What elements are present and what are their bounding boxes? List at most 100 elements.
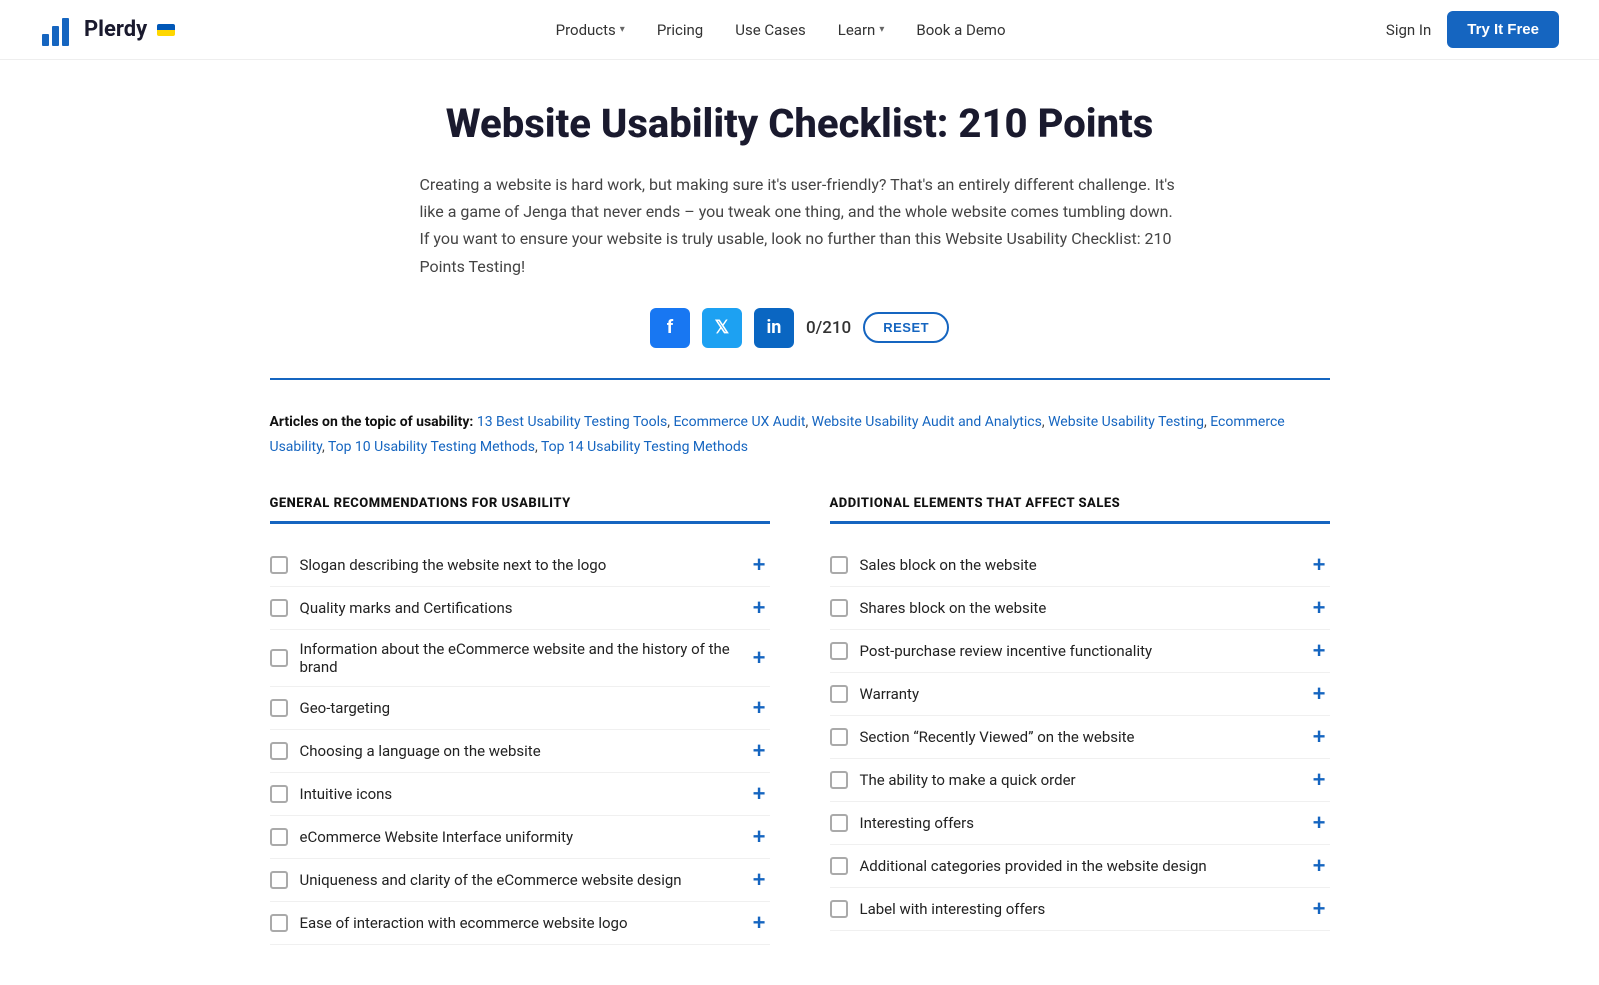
main-content: Website Usability Checklist: 210 Points … bbox=[250, 60, 1350, 985]
item-label-r3: Post-purchase review incentive functiona… bbox=[860, 642, 1153, 660]
expand-button-7[interactable]: + bbox=[749, 826, 770, 848]
checkbox-r7[interactable] bbox=[830, 814, 848, 832]
item-label-5: Choosing a language on the website bbox=[300, 742, 541, 760]
expand-button-6[interactable]: + bbox=[749, 783, 770, 805]
article-link-2[interactable]: Ecommerce UX Audit bbox=[673, 414, 805, 430]
expand-button-5[interactable]: + bbox=[749, 740, 770, 762]
expand-button-r7[interactable]: + bbox=[1309, 812, 1330, 834]
expand-button-r9[interactable]: + bbox=[1309, 898, 1330, 920]
articles-prefix: Articles on the topic of usability: bbox=[270, 414, 474, 430]
item-label-r9: Label with interesting offers bbox=[860, 900, 1046, 918]
right-col-title: ADDITIONAL ELEMENTS THAT AFFECT SALES bbox=[830, 496, 1330, 524]
expand-button-r4[interactable]: + bbox=[1309, 683, 1330, 705]
list-item: Information about the eCommerce website … bbox=[270, 630, 770, 687]
logo-icon bbox=[40, 12, 76, 48]
chevron-down-icon: ▾ bbox=[879, 24, 884, 35]
article-link-3[interactable]: Website Usability Audit and Analytics bbox=[812, 414, 1042, 430]
checkbox-r6[interactable] bbox=[830, 771, 848, 789]
nav-learn[interactable]: Learn ▾ bbox=[838, 21, 885, 39]
checkbox-r1[interactable] bbox=[830, 556, 848, 574]
header-actions: Sign In Try It Free bbox=[1386, 11, 1559, 48]
nav-pricing[interactable]: Pricing bbox=[657, 21, 703, 39]
twitter-icon: 𝕏 bbox=[715, 317, 730, 338]
list-item: Geo-targeting + bbox=[270, 687, 770, 730]
article-link-1[interactable]: 13 Best Usability Testing Tools bbox=[477, 414, 667, 430]
left-column: GENERAL RECOMMENDATIONS FOR USABILITY Sl… bbox=[270, 496, 770, 945]
item-label-7: eCommerce Website Interface uniformity bbox=[300, 828, 574, 846]
hero-section: Website Usability Checklist: 210 Points … bbox=[270, 100, 1330, 348]
list-item: Quality marks and Certifications + bbox=[270, 587, 770, 630]
expand-button-3[interactable]: + bbox=[749, 647, 770, 669]
checkbox-7[interactable] bbox=[270, 828, 288, 846]
expand-button-r2[interactable]: + bbox=[1309, 597, 1330, 619]
hero-description: Creating a website is hard work, but mak… bbox=[420, 171, 1180, 280]
item-label-r1: Sales block on the website bbox=[860, 556, 1037, 574]
item-label-3: Information about the eCommerce website … bbox=[300, 640, 749, 676]
checkbox-r9[interactable] bbox=[830, 900, 848, 918]
sign-in-link[interactable]: Sign In bbox=[1386, 21, 1431, 39]
list-item: Choosing a language on the website + bbox=[270, 730, 770, 773]
twitter-share-button[interactable]: 𝕏 bbox=[702, 308, 742, 348]
expand-button-1[interactable]: + bbox=[749, 554, 770, 576]
checklist-counter: 0/210 bbox=[806, 318, 851, 338]
reset-button[interactable]: RESET bbox=[863, 312, 949, 343]
page-title: Website Usability Checklist: 210 Points bbox=[270, 100, 1330, 147]
expand-button-r8[interactable]: + bbox=[1309, 855, 1330, 877]
list-item: Ease of interaction with ecommerce websi… bbox=[270, 902, 770, 945]
list-item: Post-purchase review incentive functiona… bbox=[830, 630, 1330, 673]
item-label-2: Quality marks and Certifications bbox=[300, 599, 513, 617]
checkbox-r2[interactable] bbox=[830, 599, 848, 617]
item-label-6: Intuitive icons bbox=[300, 785, 393, 803]
checkbox-r3[interactable] bbox=[830, 642, 848, 660]
nav-use-cases[interactable]: Use Cases bbox=[735, 21, 806, 39]
checkbox-2[interactable] bbox=[270, 599, 288, 617]
item-label-r4: Warranty bbox=[860, 685, 920, 703]
expand-button-2[interactable]: + bbox=[749, 597, 770, 619]
checkbox-5[interactable] bbox=[270, 742, 288, 760]
checkbox-3[interactable] bbox=[270, 649, 288, 667]
list-item: Sales block on the website + bbox=[830, 544, 1330, 587]
facebook-share-button[interactable]: f bbox=[650, 308, 690, 348]
expand-button-9[interactable]: + bbox=[749, 912, 770, 934]
nav-book-demo[interactable]: Book a Demo bbox=[916, 21, 1005, 39]
logo[interactable]: Plerdy bbox=[40, 12, 175, 48]
item-label-4: Geo-targeting bbox=[300, 699, 391, 717]
social-row: f 𝕏 in 0/210 RESET bbox=[270, 308, 1330, 348]
list-item: Shares block on the website + bbox=[830, 587, 1330, 630]
expand-button-r3[interactable]: + bbox=[1309, 640, 1330, 662]
checkbox-9[interactable] bbox=[270, 914, 288, 932]
list-item: Slogan describing the website next to th… bbox=[270, 544, 770, 587]
list-item: Warranty + bbox=[830, 673, 1330, 716]
try-free-button[interactable]: Try It Free bbox=[1447, 11, 1559, 48]
list-item: Uniqueness and clarity of the eCommerce … bbox=[270, 859, 770, 902]
item-label-9: Ease of interaction with ecommerce websi… bbox=[300, 914, 628, 932]
expand-button-8[interactable]: + bbox=[749, 869, 770, 891]
ukraine-flag bbox=[157, 24, 175, 36]
checkbox-4[interactable] bbox=[270, 699, 288, 717]
item-label-r2: Shares block on the website bbox=[860, 599, 1047, 617]
list-item: Additional categories provided in the we… bbox=[830, 845, 1330, 888]
right-column: ADDITIONAL ELEMENTS THAT AFFECT SALES Sa… bbox=[830, 496, 1330, 945]
linkedin-share-button[interactable]: in bbox=[754, 308, 794, 348]
facebook-icon: f bbox=[667, 317, 673, 338]
expand-button-r5[interactable]: + bbox=[1309, 726, 1330, 748]
checkbox-r4[interactable] bbox=[830, 685, 848, 703]
item-label-r6: The ability to make a quick order bbox=[860, 771, 1076, 789]
article-link-7[interactable]: Top 14 Usability Testing Methods bbox=[541, 439, 748, 455]
nav-products[interactable]: Products ▾ bbox=[556, 21, 625, 39]
article-link-4[interactable]: Website Usability Testing bbox=[1048, 414, 1204, 430]
checkbox-r5[interactable] bbox=[830, 728, 848, 746]
logo-text: Plerdy bbox=[84, 17, 147, 42]
checkbox-1[interactable] bbox=[270, 556, 288, 574]
checkbox-8[interactable] bbox=[270, 871, 288, 889]
list-item: Interesting offers + bbox=[830, 802, 1330, 845]
expand-button-r1[interactable]: + bbox=[1309, 554, 1330, 576]
linkedin-icon: in bbox=[767, 317, 782, 338]
checkbox-6[interactable] bbox=[270, 785, 288, 803]
item-label-r5: Section “Recently Viewed” on the website bbox=[860, 728, 1135, 746]
expand-button-4[interactable]: + bbox=[749, 697, 770, 719]
list-item: The ability to make a quick order + bbox=[830, 759, 1330, 802]
article-link-6[interactable]: Top 10 Usability Testing Methods bbox=[328, 439, 535, 455]
expand-button-r6[interactable]: + bbox=[1309, 769, 1330, 791]
item-label-1: Slogan describing the website next to th… bbox=[300, 556, 607, 574]
